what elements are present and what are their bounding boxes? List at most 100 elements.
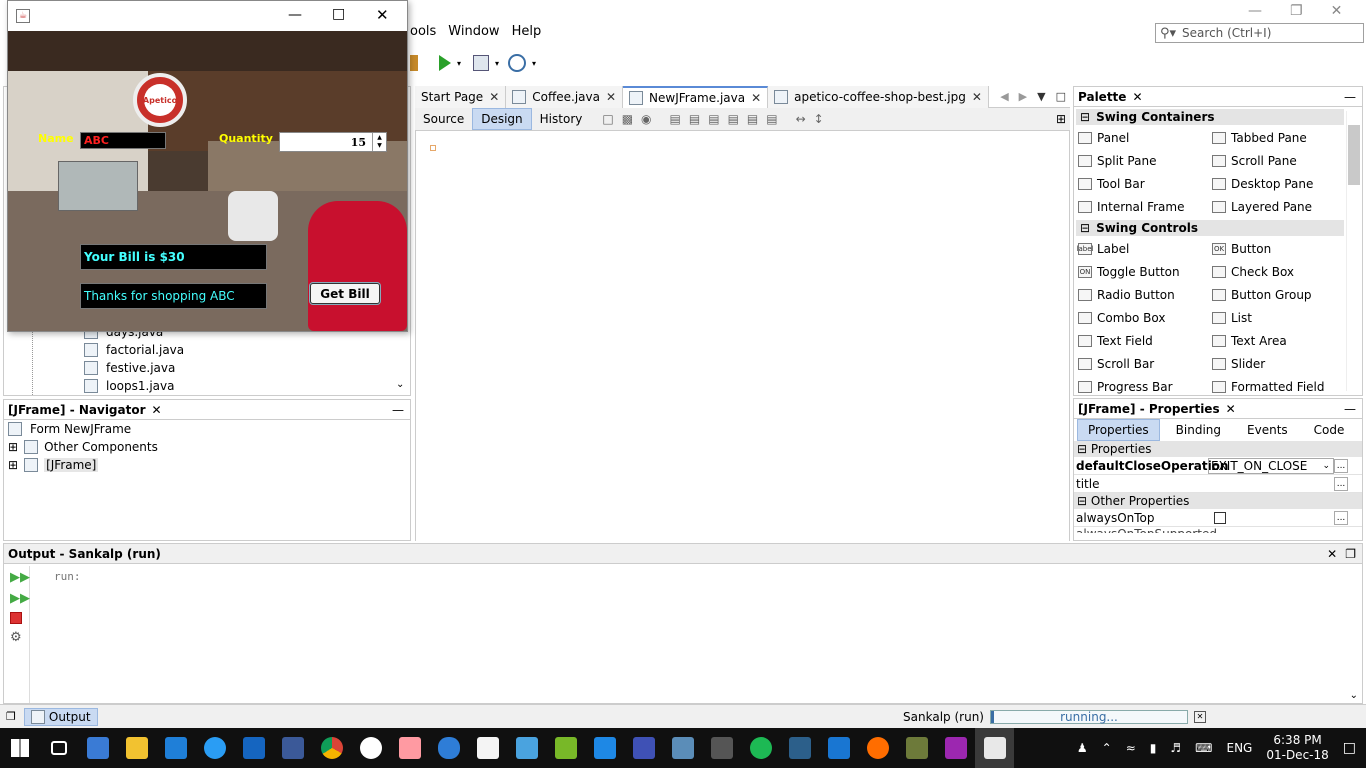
tree-node-other[interactable]: ⊞ Other Components <box>4 438 410 456</box>
tab-binding[interactable]: Binding <box>1166 420 1231 440</box>
palette-item-scroll-bar[interactable]: Scroll Bar <box>1078 355 1212 373</box>
palette-category-containers[interactable]: ⊟ Swing Containers <box>1076 109 1344 125</box>
align-right-icon[interactable]: ▤ <box>689 112 700 126</box>
property-group-properties[interactable]: ⊟ Properties <box>1074 441 1362 457</box>
palette-item-text-area[interactable]: Text Area <box>1212 332 1346 350</box>
palette-item-check-box[interactable]: Check Box <box>1212 263 1346 281</box>
palette-item-text-field[interactable]: Text Field <box>1078 332 1212 350</box>
language-indicator[interactable]: ENG <box>1226 741 1252 755</box>
palette-category-controls[interactable]: ⊟ Swing Controls <box>1076 220 1344 236</box>
taskbar-app[interactable] <box>156 728 195 768</box>
tab-scroll-right-icon[interactable]: ▶ <box>1019 90 1027 103</box>
close-icon[interactable]: ✕ <box>152 403 162 417</box>
tab-source[interactable]: Source <box>415 109 472 129</box>
list-item[interactable]: festive.java <box>84 361 175 375</box>
vertical-resize-icon[interactable]: ↕ <box>814 112 824 126</box>
debug-icon[interactable]: ▾ <box>472 52 500 74</box>
menu-window[interactable]: Window <box>448 24 499 44</box>
close-icon[interactable]: ✕ <box>972 90 982 104</box>
palette-item-progress-bar[interactable]: Progress Bar <box>1078 378 1212 396</box>
clock[interactable]: 6:38 PM 01-Dec-18 <box>1266 733 1328 763</box>
ellipsis-button[interactable]: ... <box>1334 510 1348 525</box>
taskbar-app[interactable] <box>234 728 273 768</box>
tab-list-icon[interactable]: ▼ <box>1037 90 1045 103</box>
palette-item-radio-button[interactable]: Radio Button <box>1078 286 1212 304</box>
center-horizontal-icon[interactable]: ▤ <box>708 112 719 126</box>
taskbar-app[interactable] <box>273 728 312 768</box>
cancel-task-icon[interactable]: ✕ <box>1194 710 1206 723</box>
minimize-icon[interactable]: — <box>1344 90 1356 104</box>
center-vertical-icon[interactable]: ▤ <box>766 112 777 126</box>
palette-item-formatted-field[interactable]: Formatted Field <box>1212 378 1346 396</box>
list-item[interactable]: loops1.java <box>84 379 174 393</box>
taskbar-app[interactable] <box>702 728 741 768</box>
rerun-different-icon[interactable]: ▶▶ <box>10 591 30 606</box>
palette-item-scroll-pane[interactable]: Scroll Pane <box>1212 152 1346 170</box>
palette-item-toggle-button[interactable]: ON Toggle Button <box>1078 263 1212 281</box>
align-top-icon[interactable]: ▤ <box>728 112 739 126</box>
close-icon[interactable]: ✕ <box>1132 90 1142 104</box>
palette-item-split-pane[interactable]: Split Pane <box>1078 152 1212 170</box>
design-canvas[interactable] <box>415 131 1070 541</box>
tree-node-jframe[interactable]: ⊞ [JFrame] <box>4 456 410 474</box>
taskbar-app-active[interactable] <box>975 728 1014 768</box>
restore-icon[interactable]: ❐ <box>1345 547 1356 561</box>
taskbar-app[interactable] <box>312 728 351 768</box>
title-field[interactable] <box>1208 476 1334 492</box>
name-input[interactable]: ABC <box>80 132 166 149</box>
taskbar-app[interactable] <box>351 728 390 768</box>
menu-tools[interactable]: ools <box>410 24 436 44</box>
taskbar-app[interactable] <box>780 728 819 768</box>
form-handle[interactable] <box>430 145 436 151</box>
tab-code[interactable]: Code <box>1304 420 1355 440</box>
people-tray-icon[interactable]: ♟ <box>1077 741 1088 755</box>
stop-icon[interactable] <box>10 612 22 624</box>
palette-item-desktop-pane[interactable]: Desktop Pane <box>1212 175 1346 193</box>
volume-icon[interactable]: ♬ <box>1170 741 1181 755</box>
always-on-top-checkbox[interactable] <box>1214 511 1226 524</box>
preview-design-icon[interactable]: ◉ <box>641 112 651 126</box>
close-icon[interactable]: ✕ <box>1226 402 1236 416</box>
search-box[interactable]: ⚲▾ Search (Ctrl+I) <box>1155 23 1364 43</box>
taskbar-app[interactable] <box>663 728 702 768</box>
palette-item-tabbed-pane[interactable]: Tabbed Pane <box>1212 129 1346 147</box>
palette-item-label[interactable]: label Label <box>1077 240 1212 258</box>
start-button[interactable] <box>0 728 39 768</box>
tree-node-form[interactable]: Form NewJFrame <box>4 420 410 438</box>
notifications-icon[interactable]: □ <box>1343 740 1356 756</box>
taskbar-app[interactable] <box>78 728 117 768</box>
align-left-icon[interactable]: ▤ <box>670 112 681 126</box>
palette-item-button[interactable]: OK Button <box>1212 240 1346 258</box>
quantity-spinner[interactable]: 15 ▲ ▼ <box>279 132 387 152</box>
tab-start-page[interactable]: Start Page ✕ <box>415 86 507 108</box>
default-close-select[interactable]: EXIT_ON_CLOSE ⌄ <box>1208 457 1334 474</box>
taskbar-app[interactable] <box>741 728 780 768</box>
selection-mode-icon[interactable]: □ <box>602 112 613 126</box>
chevron-down-icon[interactable]: ▼ <box>377 142 382 150</box>
taskbar-app[interactable] <box>468 728 507 768</box>
palette-item-tool-bar[interactable]: Tool Bar <box>1078 175 1212 193</box>
palette-item-layered-pane[interactable]: Layered Pane <box>1212 198 1346 216</box>
get-bill-button[interactable]: Get Bill <box>310 283 380 304</box>
run-icon[interactable]: ▾ <box>436 52 464 74</box>
chevron-up-icon[interactable]: ▲ <box>377 134 382 142</box>
minimize-icon[interactable]: — <box>392 403 404 417</box>
tab-image-file[interactable]: apetico-coffee-shop-best.jpg ✕ <box>768 86 989 108</box>
taskbar-app[interactable] <box>390 728 429 768</box>
settings-icon[interactable]: ⚙ <box>10 630 29 645</box>
taskbar-app[interactable] <box>936 728 975 768</box>
tab-newjframe-java[interactable]: NewJFrame.java ✕ <box>623 86 769 108</box>
restore-icon[interactable]: ❐ <box>1290 3 1303 19</box>
tab-design[interactable]: Design <box>472 108 532 130</box>
horizontal-resize-icon[interactable]: ↔ <box>796 112 806 126</box>
list-item[interactable]: factorial.java <box>84 343 184 357</box>
palette-item-panel[interactable]: Panel <box>1078 129 1212 147</box>
minimize-icon[interactable]: — <box>1248 3 1262 19</box>
rerun-icon[interactable]: ▶▶ <box>10 570 30 585</box>
taskbar-app[interactable] <box>897 728 936 768</box>
property-group-other[interactable]: ⊟ Other Properties <box>1074 493 1362 509</box>
palette-scrollbar[interactable] <box>1346 111 1360 391</box>
grid-icon[interactable]: ⊞ <box>1056 112 1070 126</box>
ellipsis-button[interactable]: ... <box>1334 458 1348 473</box>
connection-mode-icon[interactable]: ▩ <box>622 112 633 126</box>
